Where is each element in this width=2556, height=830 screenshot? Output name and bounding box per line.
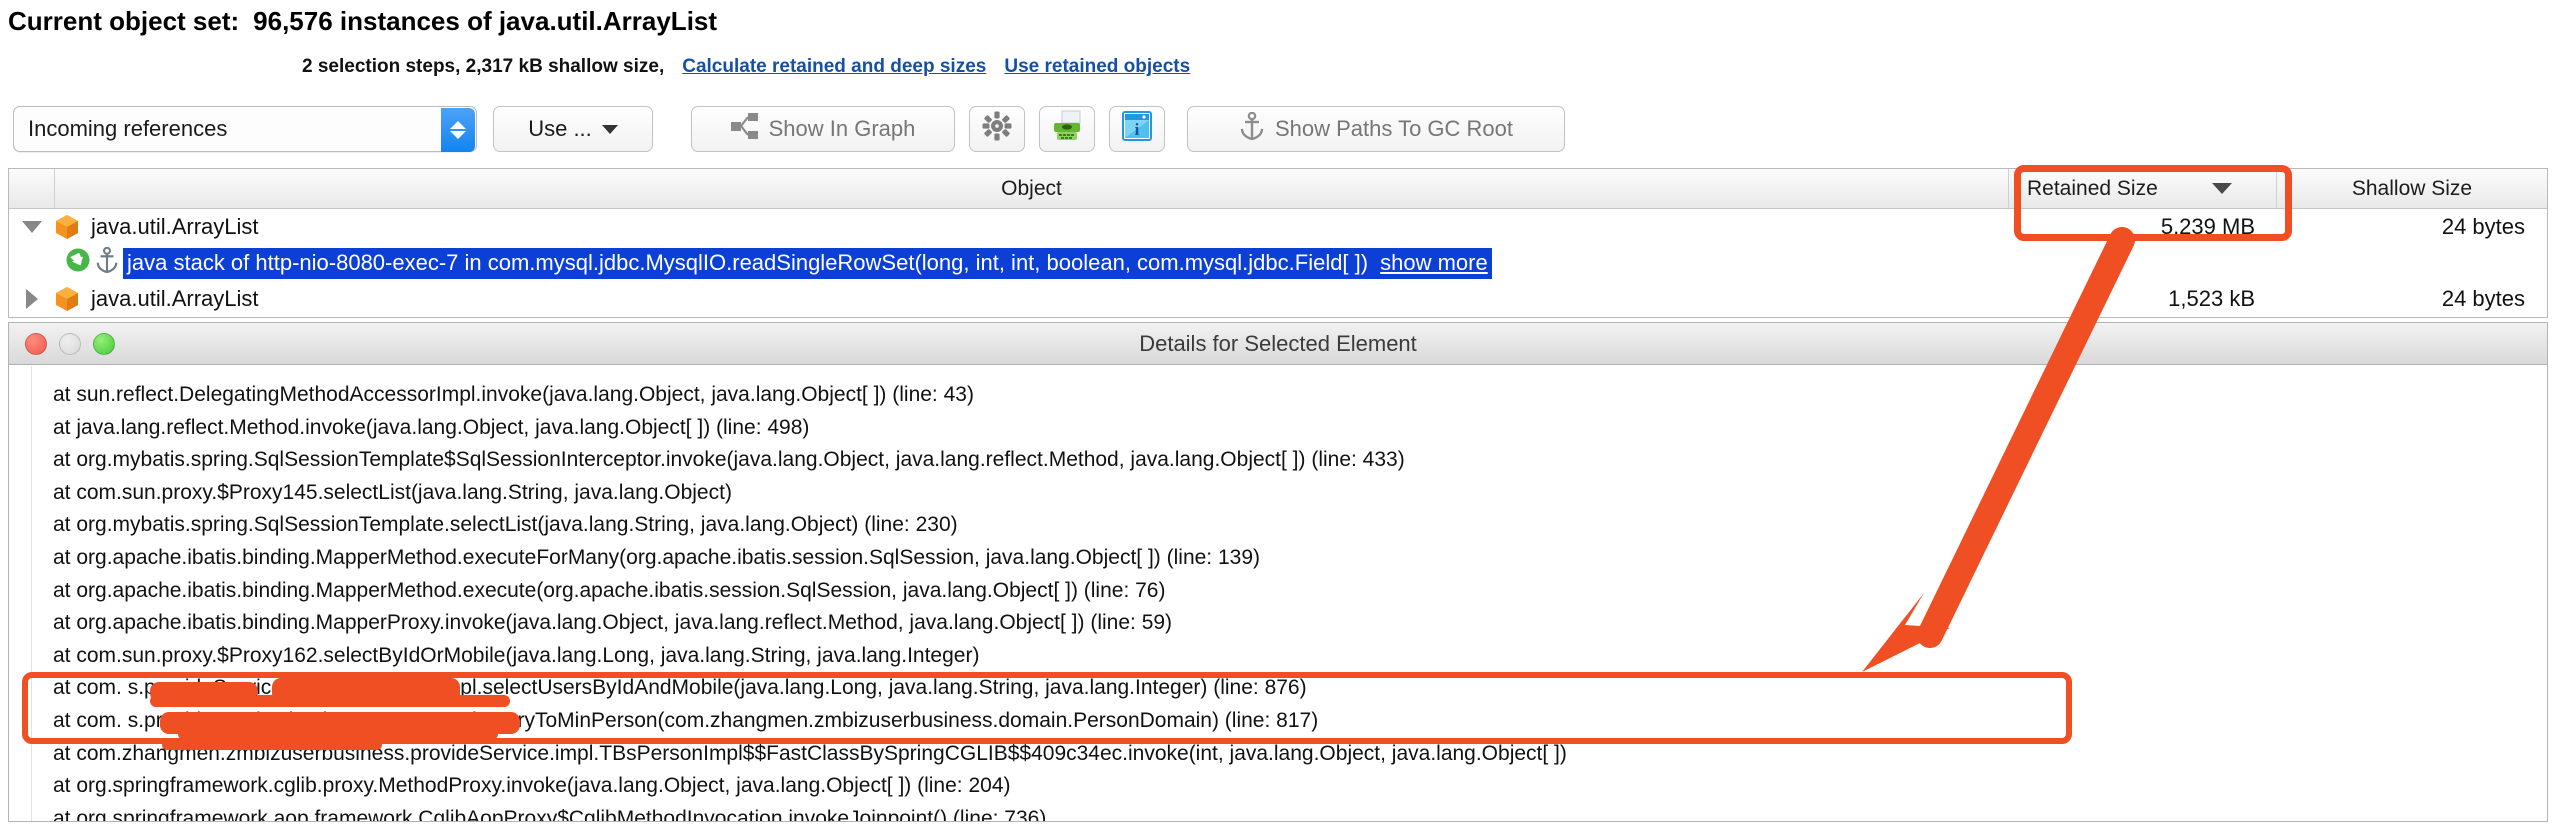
stack-trace-list[interactable]: at sun.reflect.DelegatingMethodAccessorI…: [9, 365, 2547, 821]
stack-line[interactable]: at org.springframework.aop.framework.Cgl…: [9, 803, 2547, 821]
table-row[interactable]: java.util.ArrayList 5,239 MB 24 bytes: [9, 209, 2547, 245]
row-shallow-size: 24 bytes: [2441, 286, 2525, 311]
stack-line[interactable]: at com.sun.proxy.$Proxy162.selectByIdOrM…: [9, 640, 2547, 673]
show-more-link[interactable]: show more: [1380, 250, 1488, 276]
use-retained-objects-link[interactable]: Use retained objects: [1004, 56, 1190, 78]
stack-line[interactable]: at sun.reflect.DelegatingMethodAccessorI…: [9, 379, 2547, 412]
stack-line[interactable]: at com.zhangmen.zmbizuserbusiness.provid…: [9, 738, 2547, 771]
gear-icon: [981, 110, 1013, 148]
info-icon: i: [1121, 111, 1153, 147]
orange-cube-icon: [55, 286, 79, 312]
row-retained-size: 1,523 kB: [2168, 286, 2255, 311]
current-object-set-label: Current object set:: [8, 6, 240, 36]
chevron-right-icon: [26, 289, 38, 309]
object-table: Object Retained Size Shallow Size java.u…: [8, 168, 2548, 318]
row-shallow-size: 24 bytes: [2441, 214, 2525, 239]
stack-line[interactable]: at java.lang.reflect.Method.invoke(java.…: [9, 412, 2547, 445]
row-object-label: java.util.ArrayList: [91, 214, 259, 239]
row-expander-partial: [9, 317, 55, 318]
row-expander[interactable]: [9, 209, 55, 245]
anchor-icon: [1239, 111, 1265, 146]
stack-line[interactable]: at org.apache.ibatis.binding.MapperProxy…: [9, 607, 2547, 640]
export-button[interactable]: [1039, 106, 1095, 152]
orange-cube-icon: [55, 214, 79, 240]
green-gc-root-icon: [65, 247, 91, 279]
settings-button[interactable]: [969, 106, 1025, 152]
chevron-down-icon: [601, 124, 618, 134]
show-in-graph-button[interactable]: Show In Graph: [691, 106, 955, 152]
use-button-label: Use ...: [528, 116, 592, 141]
stack-line[interactable]: at org.mybatis.spring.SqlSessionTemplate…: [9, 509, 2547, 542]
toolbar: Incoming references Use ... Show In Grap…: [0, 100, 2556, 158]
chevron-down-icon: [22, 221, 42, 233]
sort-descending-icon: [2211, 183, 2232, 194]
table-row[interactable]: java stack of http-nio-8080-exec-7 in co…: [9, 245, 2547, 281]
details-titlebar: Details for Selected Element: [9, 323, 2547, 365]
row-object-cell: java stack of http-nio-8080-exec-7 in co…: [65, 245, 2009, 281]
selection-summary: 2 selection steps, 2,317 kB shallow size…: [302, 56, 1190, 78]
row-object-cell: java.util.ArrayList: [55, 209, 2009, 245]
stack-line[interactable]: at com.sun.proxy.$Proxy145.selectList(ja…: [9, 477, 2547, 510]
column-header-object[interactable]: Object: [55, 169, 2009, 208]
stack-line[interactable]: at org.springframework.cglib.proxy.Metho…: [9, 770, 2547, 803]
memory-analyzer-window: Current object set: 96,576 instances of …: [0, 0, 2556, 830]
row-expander[interactable]: [9, 281, 55, 317]
row-retained-size: 5,239 MB: [2160, 214, 2255, 239]
export-icon: [1051, 110, 1083, 148]
info-button[interactable]: i: [1109, 106, 1165, 152]
table-row[interactable]: java.util.ArrayList 1,523 kB 24 bytes: [9, 281, 2547, 317]
stack-line[interactable]: at org.apache.ibatis.binding.MapperMetho…: [9, 542, 2547, 575]
reference-type-select[interactable]: Incoming references: [13, 106, 477, 152]
row-object-cell: java.util.ArrayList: [55, 281, 2009, 317]
column-header-gutter: [9, 169, 55, 208]
show-paths-to-gc-root-label: Show Paths To GC Root: [1274, 116, 1514, 141]
column-header-shallow-size-label: Shallow Size: [2351, 176, 2473, 200]
details-title: Details for Selected Element: [1139, 330, 1417, 356]
table-row[interactable]: [9, 317, 2547, 318]
show-in-graph-label: Show In Graph: [768, 116, 916, 141]
stack-line[interactable]: at org.mybatis.spring.SqlSessionTemplate…: [9, 444, 2547, 477]
anchor-icon: [95, 246, 119, 279]
show-paths-to-gc-root-button[interactable]: Show Paths To GC Root: [1187, 106, 1565, 152]
table-header-row: Object Retained Size Shallow Size: [9, 169, 2547, 209]
reference-type-value: Incoming references: [28, 116, 228, 141]
column-header-retained-size-label: Retained Size: [2027, 176, 2158, 200]
column-header-shallow-size[interactable]: Shallow Size: [2277, 169, 2547, 208]
divider: [31, 366, 32, 821]
graph-icon: [730, 113, 759, 145]
column-header-object-label: Object: [1001, 176, 1062, 200]
chevron-updown-icon[interactable]: [441, 108, 475, 152]
page-title: Current object set: 96,576 instances of …: [8, 6, 717, 37]
selection-summary-text: 2 selection steps, 2,317 kB shallow size…: [302, 56, 665, 77]
calculate-retained-and-deep-sizes-link[interactable]: Calculate retained and deep sizes: [682, 56, 986, 78]
column-header-retained-size[interactable]: Retained Size: [2009, 169, 2277, 208]
redaction-mark: [162, 740, 382, 750]
selected-row-label: java stack of http-nio-8080-exec-7 in co…: [127, 249, 1369, 275]
row-object-label: java.util.ArrayList: [91, 286, 259, 311]
use-button[interactable]: Use ...: [493, 106, 653, 152]
redaction-mark: [150, 695, 510, 707]
details-panel: Details for Selected Element at sun.refl…: [8, 322, 2548, 822]
svg-text:i: i: [1135, 120, 1140, 139]
selected-row-highlight[interactable]: java stack of http-nio-8080-exec-7 in co…: [123, 247, 1492, 279]
current-object-set-value: 96,576 instances of java.util.ArrayList: [253, 6, 718, 36]
stack-line[interactable]: at org.apache.ibatis.binding.MapperMetho…: [9, 575, 2547, 608]
redaction-mark: [178, 728, 498, 740]
